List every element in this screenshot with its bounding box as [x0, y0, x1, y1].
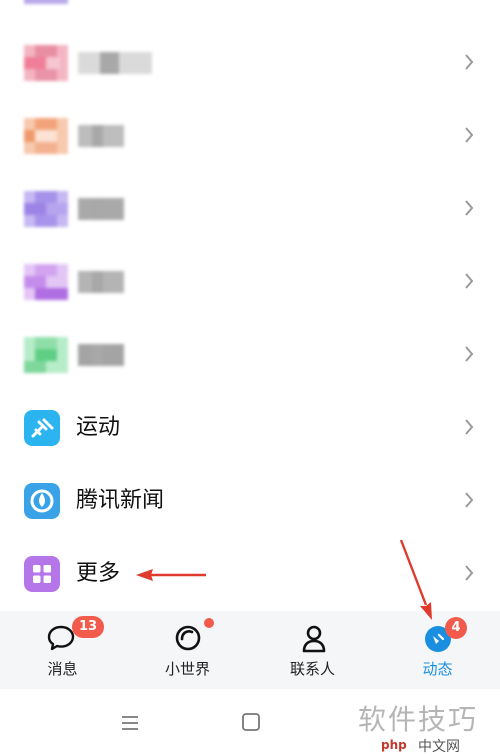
tab-small-world[interactable]: 小世界	[125, 611, 250, 689]
new-content-dot	[204, 618, 214, 628]
list-item-blurred[interactable]	[0, 99, 500, 172]
unread-count-badge: 13	[72, 616, 104, 638]
blurred-icon	[24, 337, 68, 373]
unread-count-badge: 4	[445, 617, 467, 639]
list-item-more[interactable]: 更多	[0, 537, 500, 610]
list-item-blurred[interactable]	[0, 172, 500, 245]
running-app-icon	[24, 410, 60, 446]
list-item-label: 腾讯新闻	[76, 488, 165, 513]
blurred-label	[78, 344, 124, 366]
menu-list: 运动 腾讯新闻 更多	[0, 0, 500, 611]
watermark-logo: php	[381, 738, 407, 752]
list-item-tencent-news[interactable]: 腾讯新闻	[0, 464, 500, 537]
chevron-right-icon	[465, 200, 474, 216]
tab-label: 动态	[422, 660, 453, 678]
blurred-icon	[24, 0, 68, 26]
blurred-label	[78, 271, 124, 293]
tab-feed[interactable]: 4 动态	[375, 611, 500, 689]
tab-contacts[interactable]: 联系人	[250, 611, 375, 689]
blurred-icon	[24, 264, 68, 300]
chevron-right-icon	[465, 273, 474, 289]
list-item-blurred[interactable]	[0, 245, 500, 318]
small-world-icon	[175, 625, 201, 651]
contacts-person-icon	[302, 625, 326, 653]
bottom-tab-bar: 13 消息 小世界 联系人 4 动态	[0, 611, 500, 689]
watermark-text: 软件技巧	[358, 703, 479, 736]
menu-button-icon[interactable]	[120, 713, 140, 733]
blurred-icon	[24, 45, 68, 81]
list-item-label: 运动	[76, 415, 121, 440]
tab-label: 联系人	[289, 660, 335, 678]
chevron-right-icon	[465, 492, 474, 508]
chevron-right-icon	[465, 565, 474, 581]
tab-label: 消息	[47, 660, 78, 678]
chevron-right-icon	[465, 346, 474, 362]
chevron-right-icon	[465, 419, 474, 435]
list-item-blurred[interactable]	[0, 318, 500, 391]
tab-messages[interactable]: 13 消息	[0, 611, 125, 689]
chevron-right-icon	[465, 127, 474, 143]
watermark-site: 中文网	[418, 739, 460, 755]
blurred-label	[78, 52, 152, 74]
blurred-label	[78, 198, 124, 220]
chevron-right-icon	[465, 54, 474, 70]
tencent-news-icon	[24, 483, 60, 519]
more-grid-icon	[24, 556, 60, 592]
home-button-icon[interactable]	[241, 712, 261, 732]
blurred-icon	[24, 118, 68, 154]
blurred-label	[78, 125, 124, 147]
list-item-label: 更多	[76, 561, 121, 586]
list-item-blurred[interactable]	[0, 26, 500, 99]
list-item-sport[interactable]: 运动	[0, 391, 500, 464]
blurred-icon	[24, 191, 68, 227]
tab-label: 小世界	[164, 660, 210, 678]
